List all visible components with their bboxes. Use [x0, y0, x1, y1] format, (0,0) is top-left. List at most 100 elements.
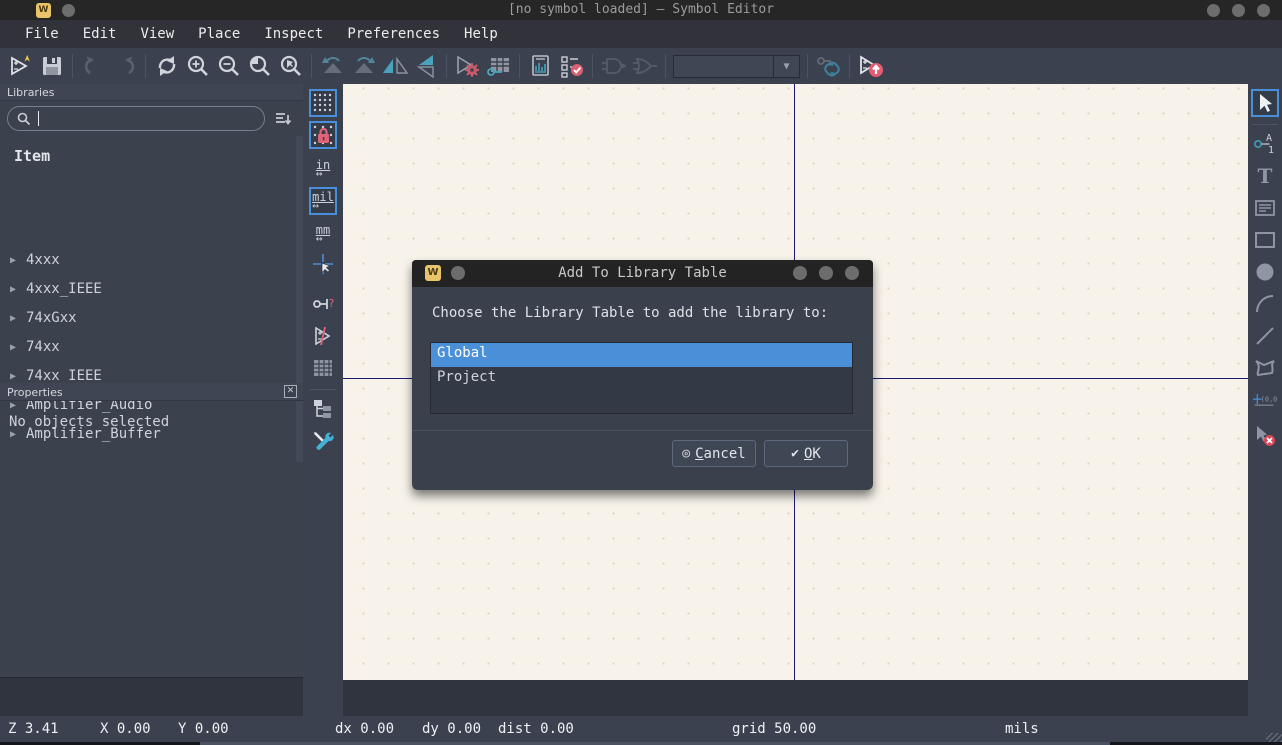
- sort-options-button[interactable]: [269, 105, 296, 132]
- hierarchy-icon: [313, 399, 333, 419]
- rectangle-icon: [1255, 232, 1275, 248]
- units-mils-button[interactable]: mil ↔: [309, 187, 337, 215]
- title-bar: W [no symbol loaded] — Symbol Editor: [0, 0, 1282, 20]
- grid-override-button[interactable]: [309, 121, 337, 149]
- library-tree-item[interactable]: ▶ 74xGxx: [0, 305, 296, 331]
- datasheet-button[interactable]: [525, 51, 556, 81]
- minimize-button[interactable]: [1207, 4, 1220, 17]
- undo-button[interactable]: [78, 51, 109, 81]
- show-hidden-pins-button[interactable]: [309, 322, 337, 350]
- libraries-panel-title: Libraries: [0, 84, 303, 101]
- status-bar: Z 3.41 X 0.00 Y 0.00 dx 0.00 dy 0.00 dis…: [0, 716, 1282, 742]
- status-dy: dy 0.00: [422, 721, 481, 737]
- option-global[interactable]: Global: [431, 343, 852, 367]
- rotate-ccw-button[interactable]: [317, 51, 348, 81]
- menu-help[interactable]: Help: [452, 23, 510, 45]
- window-title: [no symbol loaded] — Symbol Editor: [0, 2, 1282, 17]
- select-tool-button[interactable]: [1251, 89, 1279, 117]
- unit-select[interactable]: ▼: [673, 55, 800, 78]
- cursor-arrow-icon: [1256, 93, 1274, 113]
- add-pin-tool-button[interactable]: A1: [1251, 130, 1279, 158]
- pin-type-icon: ?: [312, 294, 334, 314]
- zoom-in-button[interactable]: [182, 51, 213, 81]
- library-search-input[interactable]: [7, 106, 265, 131]
- toggle-properties-panel-button[interactable]: [309, 427, 337, 455]
- delete-tool-button[interactable]: [1251, 422, 1279, 450]
- tools-icon: [312, 430, 334, 452]
- demorgan-alternate-button[interactable]: [629, 51, 660, 81]
- add-to-library-table-dialog: W Add To Library Table Choose the Librar…: [412, 260, 873, 490]
- export-symbol-button[interactable]: [855, 51, 886, 81]
- crosshair-cursor-button[interactable]: [309, 250, 337, 278]
- add-polygon-tool-button[interactable]: [1251, 354, 1279, 382]
- library-tree-item[interactable]: ▶ 4xxx_IEEE: [0, 276, 296, 302]
- arc-icon: [1255, 294, 1275, 314]
- menu-preferences[interactable]: Preferences: [335, 23, 452, 45]
- refresh-view-button[interactable]: [151, 51, 182, 81]
- dialog-message: Choose the Library Table to add the libr…: [432, 305, 828, 321]
- zoom-out-button[interactable]: [213, 51, 244, 81]
- units-inches-button[interactable]: in ↔: [309, 155, 337, 183]
- zoom-selection-button[interactable]: [275, 51, 306, 81]
- maximize-button[interactable]: [1232, 4, 1245, 17]
- add-text-tool-button[interactable]: T: [1251, 162, 1279, 190]
- add-rectangle-tool-button[interactable]: [1251, 226, 1279, 254]
- menu-edit[interactable]: Edit: [71, 23, 129, 45]
- mirror-horizontal-button[interactable]: [379, 51, 410, 81]
- cancel-button[interactable]: ◎Cancel: [672, 440, 756, 467]
- units-mm-button[interactable]: mm ↔: [309, 220, 337, 248]
- expand-arrow-icon[interactable]: ▶: [10, 371, 26, 382]
- mirror-vertical-button[interactable]: [410, 51, 441, 81]
- toggle-library-tree-button[interactable]: [309, 395, 337, 423]
- sync-pins-button[interactable]: [813, 51, 844, 81]
- expand-arrow-icon[interactable]: ▶: [10, 255, 26, 266]
- expand-arrow-icon[interactable]: ▶: [10, 313, 26, 324]
- option-project[interactable]: Project: [431, 367, 852, 391]
- cancel-icon: ◎: [682, 446, 690, 461]
- library-table-list[interactable]: Global Project: [430, 342, 853, 414]
- zoom-fit-button[interactable]: [244, 51, 275, 81]
- expand-arrow-icon[interactable]: ▶: [10, 284, 26, 295]
- menu-file[interactable]: File: [13, 23, 71, 45]
- library-search-row: [0, 101, 303, 137]
- unit-select-value: [674, 56, 773, 77]
- symbol-properties-button[interactable]: [452, 51, 483, 81]
- left-tool-column: in ↔ mil ↔ mm ↔ ?: [303, 84, 343, 716]
- add-arc-tool-button[interactable]: [1251, 290, 1279, 318]
- add-circle-tool-button[interactable]: [1251, 258, 1279, 286]
- save-icon[interactable]: [36, 51, 67, 81]
- ok-button[interactable]: ✔OK: [764, 440, 848, 467]
- menu-place[interactable]: Place: [186, 23, 252, 45]
- pin-icon: A1: [1253, 132, 1277, 156]
- hidden-pins-icon: [312, 325, 334, 347]
- add-textbox-tool-button[interactable]: [1251, 194, 1279, 222]
- dialog-minimize-button[interactable]: [793, 266, 807, 280]
- sort-icon: [274, 111, 292, 127]
- properties-table-button[interactable]: [309, 354, 337, 382]
- move-anchor-tool-button[interactable]: (0,0): [1251, 386, 1279, 414]
- close-button[interactable]: [1257, 4, 1270, 17]
- redo-button[interactable]: [109, 51, 140, 81]
- dialog-maximize-button[interactable]: [819, 266, 833, 280]
- search-icon: [17, 112, 31, 126]
- demorgan-standard-button[interactable]: [598, 51, 629, 81]
- menu-inspect[interactable]: Inspect: [252, 23, 335, 45]
- new-symbol-button[interactable]: [5, 51, 36, 81]
- menu-view[interactable]: View: [128, 23, 186, 45]
- pin-table-button[interactable]: [483, 51, 514, 81]
- library-tree-item[interactable]: ▶ 4xxx: [0, 247, 296, 273]
- symbol-checker-button[interactable]: [556, 51, 587, 81]
- properties-panel-title: Properties ✕: [0, 384, 303, 401]
- rotate-cw-button[interactable]: [348, 51, 379, 81]
- expand-arrow-icon[interactable]: ▶: [10, 342, 26, 353]
- dialog-close-button[interactable]: [845, 266, 859, 280]
- tree-scrollbar[interactable]: [296, 136, 303, 462]
- add-line-tool-button[interactable]: [1251, 322, 1279, 350]
- close-properties-icon[interactable]: ✕: [284, 385, 297, 398]
- grid-visibility-button[interactable]: [309, 89, 337, 117]
- show-electrical-types-button[interactable]: ?: [309, 290, 337, 318]
- polygon-icon: [1254, 359, 1276, 377]
- library-tree-item[interactable]: ▶ 74xx: [0, 334, 296, 360]
- expand-arrow-icon[interactable]: ▶: [10, 429, 26, 440]
- chevron-down-icon[interactable]: ▼: [773, 56, 799, 77]
